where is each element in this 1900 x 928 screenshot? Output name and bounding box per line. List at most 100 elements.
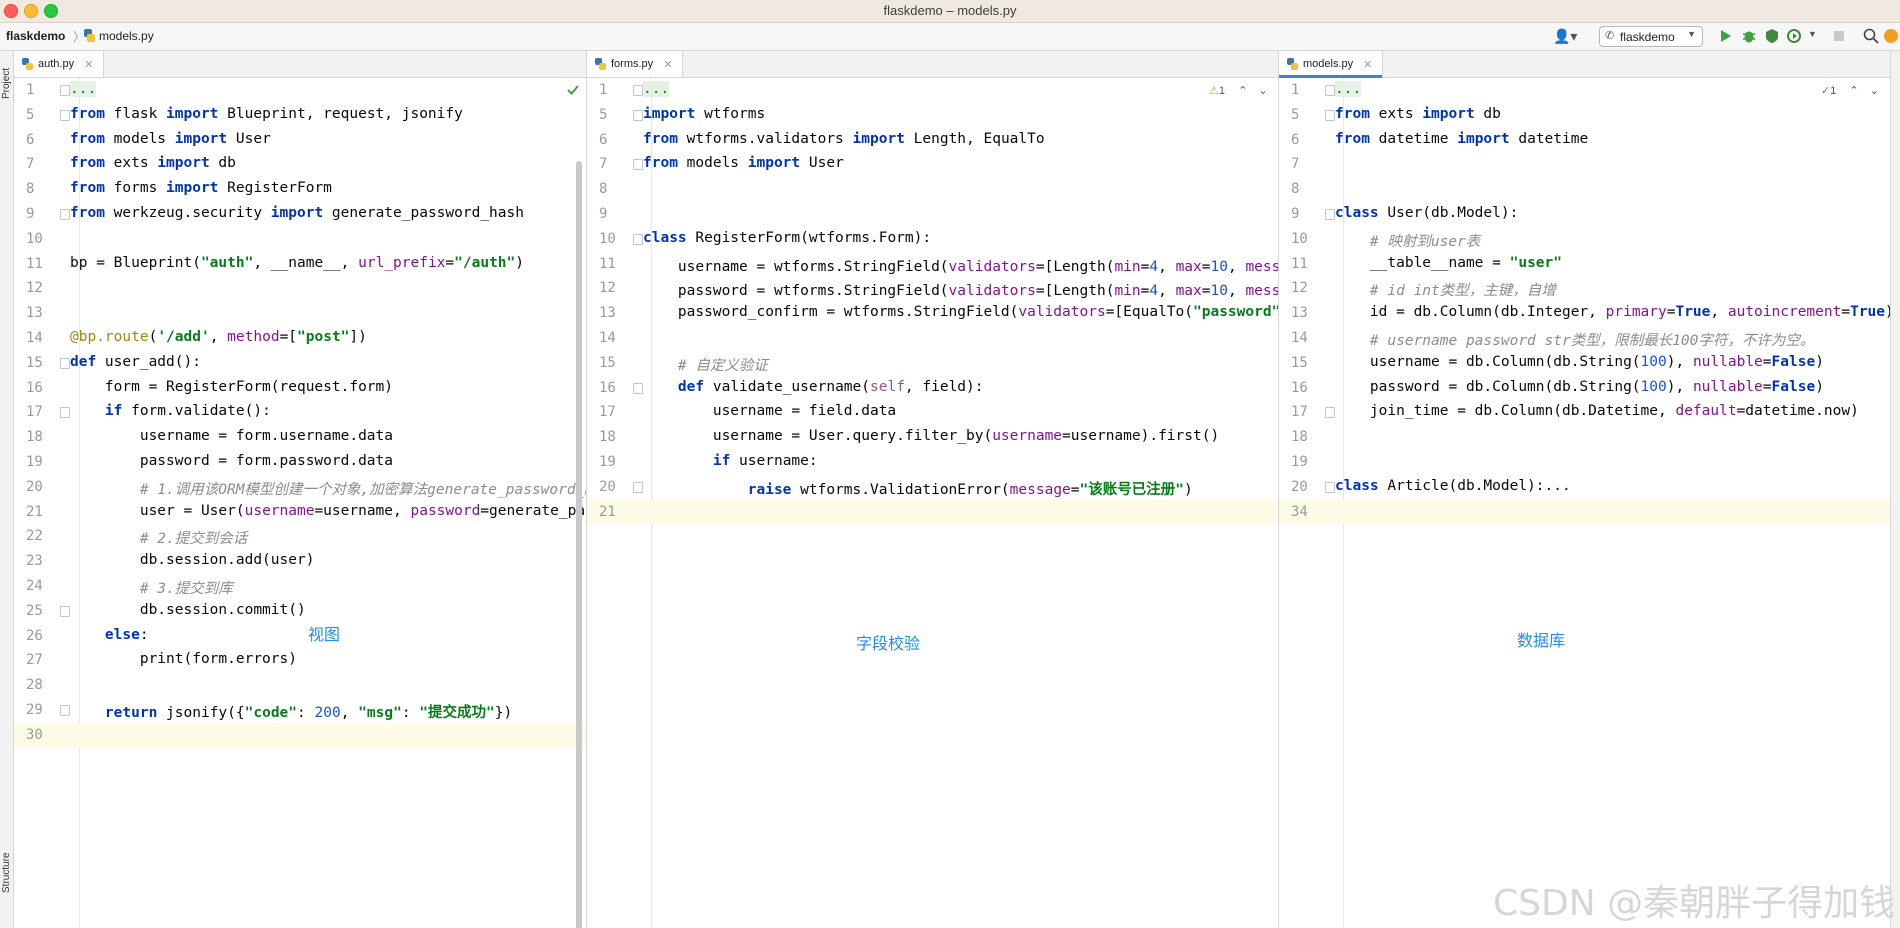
- line-number[interactable]: 11: [1291, 256, 1331, 272]
- code-line[interactable]: 5 from exts import db: [1279, 103, 1890, 128]
- code-line[interactable]: 7: [1279, 152, 1890, 177]
- line-number[interactable]: 8: [1291, 181, 1331, 197]
- code-line[interactable]: 11 bp = Blueprint("auth", __name__, url_p…: [14, 252, 586, 277]
- breadcrumb-project[interactable]: flaskdemo: [6, 29, 65, 43]
- run-icon[interactable]: [1716, 27, 1734, 45]
- line-number[interactable]: 19: [1291, 454, 1331, 470]
- search-icon[interactable]: [1862, 27, 1880, 45]
- code-line[interactable]: 13 password_confirm = wtforms.StringFiel…: [587, 301, 1278, 326]
- code-line[interactable]: 15 # 自定义验证: [587, 351, 1278, 376]
- line-number[interactable]: 13: [599, 305, 639, 321]
- code-line[interactable]: 22 # 2.提交到会话: [14, 524, 586, 549]
- fold-marker-icon[interactable]: [60, 407, 70, 419]
- line-number[interactable]: 16: [26, 380, 66, 396]
- code-line[interactable]: 30: [14, 722, 586, 748]
- line-number[interactable]: 12: [26, 280, 66, 296]
- code-line[interactable]: 24 # 3.提交到库: [14, 574, 586, 599]
- line-number[interactable]: 14: [26, 330, 66, 346]
- line-number[interactable]: 27: [26, 652, 66, 668]
- code-line[interactable]: 8: [1279, 177, 1890, 202]
- fold-marker-icon[interactable]: [60, 109, 70, 121]
- fold-marker-icon[interactable]: [1325, 407, 1335, 419]
- code-line[interactable]: 9 class User(db.Model):: [1279, 202, 1890, 227]
- run-configuration-select[interactable]: ✆ flaskdemo ▼: [1599, 26, 1703, 47]
- code-line[interactable]: 20 # 1.调用该ORM模型创建一个对象,加密算法generate_passw…: [14, 475, 586, 500]
- line-number[interactable]: 8: [599, 181, 639, 197]
- code-line[interactable]: 17 username = field.data: [587, 400, 1278, 425]
- code-line[interactable]: 7 from exts import db: [14, 152, 586, 177]
- code-line[interactable]: 14 # username password str类型，限制最长100字符，不…: [1279, 326, 1890, 351]
- code-line[interactable]: 18 username = form.username.data: [14, 425, 586, 450]
- fold-marker-icon[interactable]: [1325, 209, 1335, 220]
- line-number[interactable]: 23: [26, 553, 66, 569]
- code-line[interactable]: 9: [587, 202, 1278, 227]
- fold-marker-icon[interactable]: [633, 85, 643, 96]
- code-line[interactable]: 18 username = User.query.filter_by(usern…: [587, 425, 1278, 450]
- code-line[interactable]: 17 if form.validate():: [14, 400, 586, 425]
- line-number[interactable]: 10: [26, 231, 66, 247]
- fold-marker-icon[interactable]: [633, 159, 643, 171]
- code-line[interactable]: 27 print(form.errors): [14, 648, 586, 673]
- line-number[interactable]: 34: [1291, 504, 1331, 520]
- line-number[interactable]: 22: [26, 528, 66, 544]
- code-line[interactable]: 6 from models import User: [14, 128, 586, 153]
- code-line[interactable]: 7 from models import User: [587, 152, 1278, 177]
- code-line[interactable]: 20 class Article(db.Model):...: [1279, 475, 1890, 500]
- code-line[interactable]: 12 password = wtforms.StringField(valida…: [587, 276, 1278, 301]
- line-number[interactable]: 18: [599, 429, 639, 445]
- updates-icon[interactable]: [1882, 27, 1900, 45]
- close-icon[interactable]: ✕: [84, 58, 93, 71]
- code-line[interactable]: 15 def user_add():: [14, 351, 586, 376]
- line-number[interactable]: 28: [26, 677, 66, 693]
- line-number[interactable]: 8: [26, 181, 66, 197]
- code-line[interactable]: 18: [1279, 425, 1890, 450]
- fold-marker-icon[interactable]: [1325, 109, 1335, 121]
- editor-tab[interactable]: auth.py ✕: [14, 51, 105, 77]
- fold-marker-icon[interactable]: [60, 357, 70, 369]
- code-line[interactable]: 5 import wtforms: [587, 103, 1278, 128]
- code-area[interactable]: 1... 5 import wtforms 6 from wtforms.validat…: [587, 78, 1278, 928]
- line-number[interactable]: 14: [1291, 330, 1331, 346]
- line-number[interactable]: 7: [1291, 156, 1331, 172]
- editor-tab[interactable]: forms.py ✕: [587, 51, 684, 77]
- code-area[interactable]: 1... 5 from flask import Blueprint, reques…: [14, 78, 586, 928]
- code-line[interactable]: 19 password = form.password.data: [14, 450, 586, 475]
- line-number[interactable]: 7: [26, 156, 66, 172]
- line-number[interactable]: 11: [26, 256, 66, 272]
- fold-marker-icon[interactable]: [633, 481, 643, 493]
- code-line[interactable]: 15 username = db.Column(db.String(100), …: [1279, 351, 1890, 376]
- code-line[interactable]: 19 if username:: [587, 450, 1278, 475]
- code-line[interactable]: 10: [14, 227, 586, 252]
- fold-marker-icon[interactable]: [633, 382, 643, 394]
- code-line[interactable]: 14 @bp.route('/add', method=["post"]): [14, 326, 586, 351]
- line-number[interactable]: 6: [1291, 132, 1331, 148]
- fold-marker-icon[interactable]: [60, 85, 70, 96]
- code-line[interactable]: 11 username = wtforms.StringField(valida…: [587, 252, 1278, 277]
- code-line[interactable]: 6 from datetime import datetime: [1279, 128, 1890, 153]
- code-line[interactable]: 11 __table__name = "user": [1279, 252, 1890, 277]
- code-line[interactable]: 14: [587, 326, 1278, 351]
- fold-marker-icon[interactable]: [1325, 481, 1335, 493]
- line-number[interactable]: 12: [599, 280, 639, 296]
- code-line[interactable]: 28: [14, 673, 586, 698]
- code-line[interactable]: 25 db.session.commit(): [14, 599, 586, 624]
- line-number[interactable]: 14: [599, 330, 639, 346]
- close-icon[interactable]: ✕: [1363, 58, 1372, 71]
- line-number[interactable]: 21: [599, 504, 639, 520]
- code-area[interactable]: 1... 5 from exts import db 6 from datetime i…: [1279, 78, 1890, 928]
- fold-marker-icon[interactable]: [60, 209, 70, 220]
- code-line[interactable]: 12 # id int类型，主键，自增: [1279, 276, 1890, 301]
- code-line[interactable]: 9 from werkzeug.security import generate_…: [14, 202, 586, 227]
- code-line[interactable]: 1...: [1279, 78, 1890, 103]
- code-line[interactable]: 12: [14, 276, 586, 301]
- fold-marker-icon[interactable]: [1325, 85, 1335, 96]
- fold-marker-icon[interactable]: [60, 605, 70, 617]
- line-number[interactable]: 30: [26, 727, 66, 743]
- user-account-icon[interactable]: 👤▾: [1553, 28, 1577, 45]
- line-number[interactable]: 17: [599, 404, 639, 420]
- code-line[interactable]: 16 form = RegisterForm(request.form): [14, 376, 586, 401]
- code-line[interactable]: 20 raise wtforms.ValidationError(message…: [587, 475, 1278, 500]
- line-number[interactable]: 16: [1291, 380, 1331, 396]
- line-number[interactable]: 9: [599, 206, 639, 222]
- code-line[interactable]: 21: [587, 499, 1278, 525]
